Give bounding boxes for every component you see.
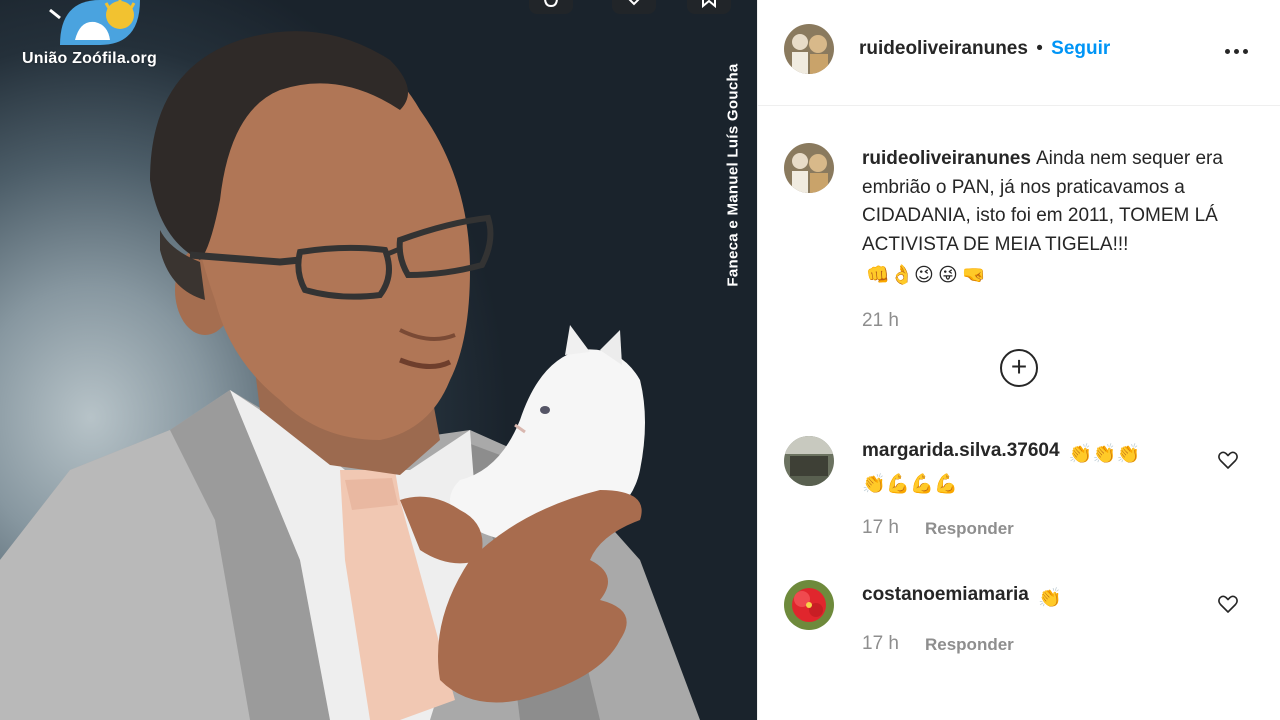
logo-text: União Zoófila.org [22, 50, 157, 67]
like-heart-icon[interactable] [1216, 592, 1240, 616]
emoji-flexed-biceps: 💪 [934, 473, 958, 495]
load-more-comments-button[interactable]: + [1000, 349, 1038, 387]
commenter-username[interactable]: costanoemiamaria [862, 584, 1029, 605]
follow-button[interactable]: Seguir [1051, 38, 1110, 59]
avatar-image [784, 580, 834, 630]
emoji-clap: 👏 [1068, 443, 1093, 465]
emoji-clap: 👏 [1116, 443, 1141, 465]
emoji-ok-hand: 👌 [890, 264, 914, 286]
comment-text: margarida.silva.37604 👏 👏 👏 👏 💪 💪 💪 [862, 436, 1192, 496]
save-icon [702, 0, 716, 8]
post-sidebar: ruideoliveiranunes • Seguir ruideoliveir… [757, 0, 1280, 720]
avatar-image [784, 24, 834, 74]
emoji-clap: 👏 [1038, 587, 1062, 609]
comment-timestamp[interactable]: 17 h [862, 633, 899, 655]
caption-timestamp[interactable]: 21 h [862, 310, 899, 332]
commenter-avatar[interactable] [784, 580, 834, 630]
comment-emojis-line2: 👏 💪 💪 💪 [862, 470, 958, 495]
reply-button[interactable]: Responder [925, 635, 1014, 655]
emoji-tongue-wink: 😜 [938, 264, 958, 286]
share-icon [628, 0, 640, 6]
post-image[interactable]: União Zoófila.org Faneca e Manuel Luís G… [0, 0, 757, 720]
comment-meta: 17 h Responder [862, 633, 1014, 655]
like-heart-icon[interactable] [1216, 448, 1240, 472]
comment-button[interactable] [529, 0, 573, 14]
emoji-flexed-biceps: 💪 [910, 473, 934, 495]
commenter-username[interactable]: margarida.silva.37604 [862, 440, 1060, 461]
logo-mark [49, 0, 140, 45]
caption-username[interactable]: ruideoliveiranunes [862, 148, 1031, 169]
commenter-avatar[interactable] [784, 436, 834, 486]
caption-avatar[interactable] [784, 143, 834, 193]
comment-timestamp[interactable]: 17 h [862, 517, 899, 539]
post-header: ruideoliveiranunes • Seguir [758, 0, 1280, 106]
emoji-clap: 👏 [862, 473, 886, 495]
share-button[interactable] [612, 0, 656, 14]
caption-emojis: 👊 👌 😉 😜 🤜 [866, 262, 986, 286]
emoji-wink: 😉 [914, 264, 934, 286]
save-button[interactable] [687, 0, 731, 14]
emoji-right-fist: 🤜 [962, 264, 986, 286]
emoji-fist: 👊 [866, 264, 890, 286]
more-options-icon[interactable] [1216, 36, 1256, 66]
photo-credit: Faneca e Manuel Luís Goucha [724, 63, 742, 287]
comment-text: costanoemiamaria 👏 [862, 580, 1192, 610]
author-avatar[interactable] [784, 24, 834, 74]
plus-circle-icon: + [1010, 351, 1028, 382]
comment-emojis: 👏 👏 👏 [1068, 440, 1141, 465]
emoji-clap: 👏 [1092, 443, 1117, 465]
comment-icon [544, 0, 558, 8]
reply-button[interactable]: Responder [925, 519, 1014, 539]
avatar-image [784, 143, 834, 193]
photo-illustration [0, 31, 700, 720]
post-header-line: ruideoliveiranunes • Seguir [859, 38, 1110, 60]
comment-emojis: 👏 [1038, 584, 1062, 609]
comment-meta: 17 h Responder [862, 517, 1014, 539]
separator-dot: • [1036, 38, 1043, 59]
author-username[interactable]: ruideoliveiranunes [859, 38, 1028, 59]
emoji-flexed-biceps: 💪 [886, 473, 910, 495]
caption: ruideoliveiranunes Ainda nem sequer era e… [862, 145, 1242, 288]
avatar-image [784, 436, 834, 486]
